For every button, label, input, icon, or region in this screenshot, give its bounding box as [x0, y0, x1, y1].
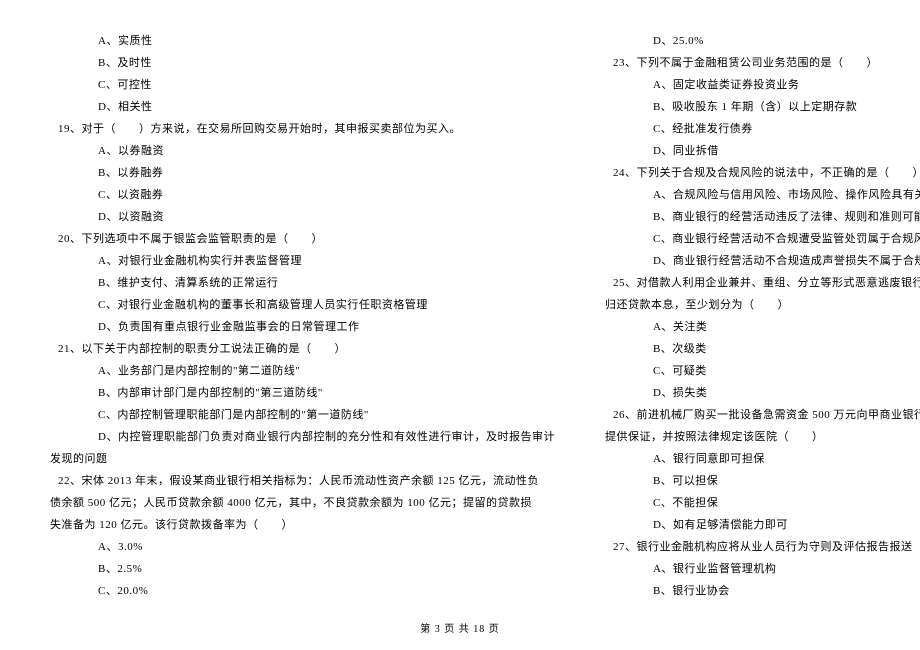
right-column: D、25.0% 23、下列不属于金融租赁公司业务范围的是（ ） A、固定收益类证… — [605, 30, 920, 600]
q23-opt-c: C、经批准发行债券 — [605, 118, 920, 140]
q27-opt-b: B、银行业协会 — [605, 580, 920, 602]
q22-cont-b: 失准备为 120 亿元。该行贷款拨备率为（ ） — [50, 514, 555, 536]
q20-stem: 20、下列选项中不属于银监会监管职责的是（ ） — [50, 228, 555, 250]
q24-opt-d: D、商业银行经营活动不合规造成声誉损失不属于合规风险 — [605, 250, 920, 272]
q21-cont: 发现的问题 — [50, 448, 555, 470]
q25-stem: 25、对借款人利用企业兼并、重组、分立等形式恶意逃废银行债务的授信余额，如没有逾… — [605, 272, 920, 294]
q18-opt-b: B、及时性 — [50, 52, 555, 74]
q21-opt-c: C、内部控制管理职能部门是内部控制的"第一道防线" — [50, 404, 555, 426]
q20-opt-b: B、维护支付、清算系统的正常运行 — [50, 272, 555, 294]
q23-stem: 23、下列不属于金融租赁公司业务范围的是（ ） — [605, 52, 920, 74]
q26-cont: 提供保证，并按照法律规定该医院（ ） — [605, 426, 920, 448]
q27-opt-a: A、银行业监督管理机构 — [605, 558, 920, 580]
q24-opt-c: C、商业银行经营活动不合规遭受监管处罚属于合规风险 — [605, 228, 920, 250]
q20-opt-a: A、对银行业金融机构实行并表监督管理 — [50, 250, 555, 272]
q25-opt-a: A、关注类 — [605, 316, 920, 338]
q19-opt-a: A、以券融资 — [50, 140, 555, 162]
q23-opt-a: A、固定收益类证券投资业务 — [605, 74, 920, 96]
q18-opt-c: C、可控性 — [50, 74, 555, 96]
q22-opt-d: D、25.0% — [605, 30, 920, 52]
q22-stem: 22、宋体 2013 年末，假设某商业银行相关指标为：人民币流动性资产余额 12… — [50, 470, 555, 492]
q19-opt-b: B、以券融券 — [50, 162, 555, 184]
q24-opt-a: A、合规风险与信用风险、市场风险、操作风险具有关联性 — [605, 184, 920, 206]
q24-opt-b: B、商业银行的经营活动违反了法律、规则和准则可能遭受合规风险 — [605, 206, 920, 228]
q26-opt-c: C、不能担保 — [605, 492, 920, 514]
page-footer: 第 3 页 共 18 页 — [0, 620, 920, 635]
q26-opt-a: A、银行同意即可担保 — [605, 448, 920, 470]
q21-opt-b: B、内部审计部门是内部控制的"第三道防线" — [50, 382, 555, 404]
q22-cont-a: 债余额 500 亿元；人民币贷款余额 4000 亿元，其中，不良贷款余额为 10… — [50, 492, 555, 514]
q21-stem: 21、以下关于内部控制的职责分工说法正确的是（ ） — [50, 338, 555, 360]
q23-opt-b: B、吸收股东 1 年期（含）以上定期存款 — [605, 96, 920, 118]
q22-opt-b: B、2.5% — [50, 558, 555, 580]
q25-opt-d: D、损失类 — [605, 382, 920, 404]
q20-opt-d: D、负责国有重点银行业金融监事会的日常管理工作 — [50, 316, 555, 338]
q21-opt-a: A、业务部门是内部控制的"第二道防线" — [50, 360, 555, 382]
q25-opt-b: B、次级类 — [605, 338, 920, 360]
q20-opt-c: C、对银行业金融机构的董事长和高级管理人员实行任职资格管理 — [50, 294, 555, 316]
q19-stem: 19、对于（ ）方来说，在交易所回购交易开始时，其申报买卖部位为买入。 — [50, 118, 555, 140]
q26-opt-b: B、可以担保 — [605, 470, 920, 492]
q19-opt-d: D、以资融资 — [50, 206, 555, 228]
q21-opt-d: D、内控管理职能部门负责对商业银行内部控制的充分性和有效性进行审计，及时报告审计 — [50, 426, 555, 448]
q18-opt-d: D、相关性 — [50, 96, 555, 118]
q26-opt-d: D、如有足够清偿能力即可 — [605, 514, 920, 536]
q26-stem: 26、前进机械厂购买一批设备急需资金 500 万元向甲商业银行申请贷款，并请市第… — [605, 404, 920, 426]
q27-stem: 27、银行业金融机构应将从业人员行为守则及评估报告报送（ ） — [605, 536, 920, 558]
q23-opt-d: D、同业拆借 — [605, 140, 920, 162]
q25-cont: 归还贷款本息，至少划分为（ ） — [605, 294, 920, 316]
q22-opt-c: C、20.0% — [50, 580, 555, 602]
left-column: A、实质性 B、及时性 C、可控性 D、相关性 19、对于（ ）方来说，在交易所… — [50, 30, 555, 600]
q24-stem: 24、下列关于合规及合规风险的说法中，不正确的是（ ） — [605, 162, 920, 184]
q25-opt-c: C、可疑类 — [605, 360, 920, 382]
q19-opt-c: C、以资融券 — [50, 184, 555, 206]
q22-opt-a: A、3.0% — [50, 536, 555, 558]
q18-opt-a: A、实质性 — [50, 30, 555, 52]
